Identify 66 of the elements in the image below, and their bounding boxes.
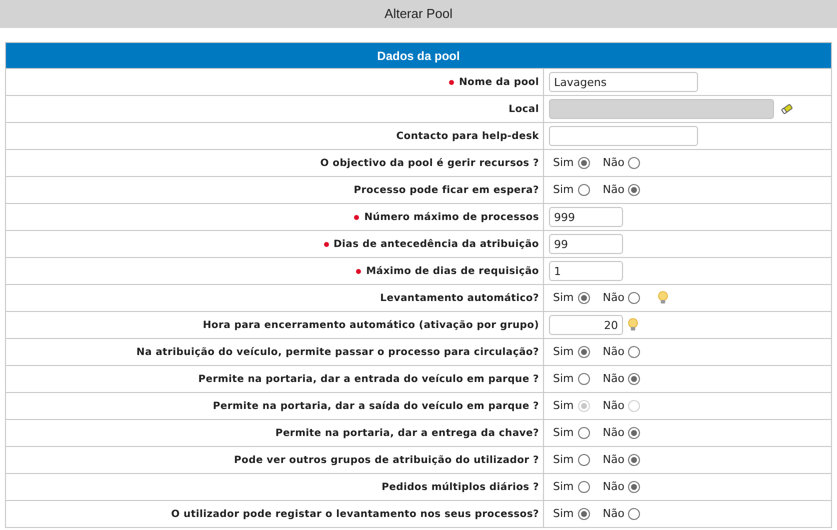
option-label: Não (602, 370, 624, 387)
field-label: Permite na portaria, dar a entrada do veículo em parque ? (198, 372, 539, 386)
option-label: Não (602, 424, 624, 441)
option-label: Não (602, 452, 624, 468)
option-label: Sim (553, 452, 574, 468)
field-label: O utilizador pode registar o levantamento nos seus processos? (171, 508, 539, 522)
radio-button[interactable] (578, 157, 590, 169)
field-label: Nome da pool (458, 76, 539, 90)
field-label: Permite na portaria, dar a saída do veículo em parque ? (212, 400, 539, 414)
radio-button[interactable] (628, 508, 640, 520)
page-title: Alterar Pool (384, 5, 452, 24)
radio-button[interactable] (578, 373, 590, 385)
text-field[interactable]: Lavagens (549, 72, 698, 92)
radio-button[interactable] (628, 427, 640, 439)
option-label: Não (602, 506, 624, 522)
option-label: Não (602, 398, 624, 414)
radio-button[interactable] (578, 346, 590, 358)
option-label: Sim (553, 182, 574, 198)
option-label: Sim (553, 424, 574, 441)
field-label: Local (508, 102, 539, 116)
field-label: Pedidos múltiplos diários ? (382, 480, 539, 494)
text-field[interactable] (549, 126, 698, 146)
text-field[interactable]: 20 (549, 315, 623, 335)
radio-button[interactable] (578, 292, 590, 304)
field-label: Contacto para help-desk (396, 130, 539, 144)
option-label: Sim (553, 506, 574, 522)
radio-button[interactable] (578, 508, 590, 520)
option-label: Sim (553, 290, 574, 306)
text-field[interactable]: 1 (549, 261, 623, 281)
option-label: Não (602, 290, 624, 306)
option-label: Não (602, 182, 624, 198)
location-field[interactable] (549, 99, 774, 119)
option-label: Não (602, 344, 624, 360)
field-label: Processo pode ficar em espera? (354, 184, 539, 198)
radio-button[interactable] (628, 292, 640, 304)
lightbulb-icon (657, 291, 670, 305)
field-label: Permite na portaria, dar a entrega da chave? (275, 426, 539, 440)
text-field[interactable]: 99 (549, 234, 623, 254)
option-label: Não (602, 478, 624, 495)
field-label: O objectivo da pool é gerir recursos ? (320, 156, 539, 170)
radio-button[interactable] (628, 481, 640, 493)
field-label: Pode ver outros grupos de atribuição do utilizador ? (234, 454, 539, 468)
radio-button[interactable] (628, 157, 640, 169)
radio-button[interactable] (578, 481, 590, 493)
option-label: Sim (553, 154, 574, 171)
option-label: Não (602, 154, 624, 171)
radio-button[interactable] (578, 454, 590, 466)
field-label: Número máximo de processos (364, 210, 539, 224)
option-label: Sim (553, 370, 574, 387)
radio-button[interactable] (628, 346, 640, 358)
radio-button[interactable] (578, 184, 590, 196)
radio-button[interactable] (628, 454, 640, 466)
text-field[interactable]: 999 (549, 207, 623, 227)
field-label: Hora para encerramento automático (ativação por grupo) (202, 318, 539, 332)
radio-button[interactable] (628, 373, 640, 385)
lightbulb-icon (627, 318, 639, 332)
radio-button[interactable] (628, 184, 640, 196)
option-label: Sim (553, 398, 574, 414)
option-label: Sim (553, 478, 574, 495)
field-label: Na atribuição do veículo, permite passar o processo para circulação? (136, 346, 539, 360)
field-label: Levantamento automático? (380, 292, 539, 306)
option-label: Sim (553, 344, 574, 360)
field-label: Máximo de dias de requisição (366, 264, 539, 278)
field-label: Dias de antecedência da atribuição (334, 238, 539, 252)
section-title: Dados da pool (377, 48, 460, 64)
radio-button[interactable] (578, 427, 590, 439)
